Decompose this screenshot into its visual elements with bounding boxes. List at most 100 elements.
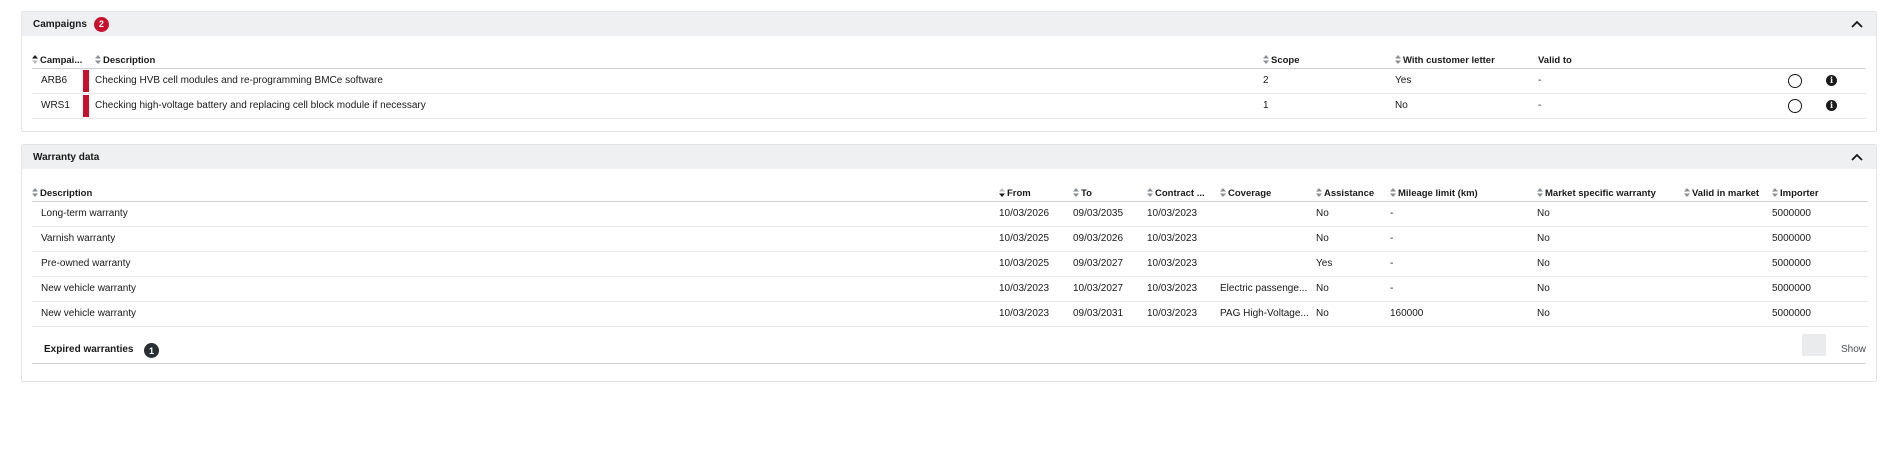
expired-warranties-label: Expired warranties xyxy=(44,344,134,355)
warranty-mileage-limit: - xyxy=(1390,226,1537,252)
sort-desc-icon[interactable] xyxy=(999,187,1005,197)
warranty-header[interactable]: Warranty data xyxy=(22,145,1876,169)
warranty-row[interactable]: Pre-owned warranty 10/03/2025 09/03/2027… xyxy=(32,251,1868,277)
warranty-assistance: No xyxy=(1316,201,1390,227)
col-assistance[interactable]: Assistance xyxy=(1316,183,1390,202)
warranty-coverage xyxy=(1220,226,1316,252)
warranty-assistance: No xyxy=(1316,301,1390,327)
sort-icon[interactable] xyxy=(95,54,101,64)
campaigns-header[interactable]: Campaigns 2 xyxy=(22,12,1876,36)
col-contract[interactable]: Contract ... xyxy=(1147,183,1220,202)
col-coverage[interactable]: Coverage xyxy=(1220,183,1316,202)
col-market-specific[interactable]: Market specific warranty xyxy=(1537,183,1684,202)
show-toggle[interactable] xyxy=(1802,334,1826,356)
warranty-assistance: No xyxy=(1316,276,1390,302)
warranty-from: 10/03/2023 xyxy=(999,301,1073,327)
col-scope[interactable]: Scope xyxy=(1263,50,1395,69)
sort-icon[interactable] xyxy=(1537,187,1543,197)
warranty-from: 10/03/2025 xyxy=(999,226,1073,252)
warranty-market-specific: No xyxy=(1537,226,1684,252)
sort-asc-icon[interactable] xyxy=(32,54,38,64)
col-importer[interactable]: Importer xyxy=(1772,183,1868,202)
show-label[interactable]: Show xyxy=(1841,344,1866,355)
col-campaign[interactable]: Campai... xyxy=(32,50,83,69)
warranty-row[interactable]: Long-term warranty 10/03/2026 09/03/2035… xyxy=(32,201,1868,227)
warranty-coverage xyxy=(1220,251,1316,277)
campaigns-count-badge: 2 xyxy=(93,16,109,32)
campaigns-header-row: Campai... Description Scope With custome… xyxy=(32,50,1866,69)
warranty-importer: 5000000 xyxy=(1772,226,1868,252)
warranty-row[interactable]: New vehicle warranty 10/03/2023 10/03/20… xyxy=(32,276,1868,302)
warranty-mileage-limit: - xyxy=(1390,276,1537,302)
campaign-row[interactable]: WRS1 Checking high-voltage battery and r… xyxy=(32,93,1866,119)
sort-icon[interactable] xyxy=(1220,187,1226,197)
warranty-market-specific: No xyxy=(1537,301,1684,327)
campaign-scope: 1 xyxy=(1263,93,1395,119)
warranty-panel: Warranty data Description From To Contra… xyxy=(21,144,1877,382)
warranty-market-specific: No xyxy=(1537,251,1684,277)
warranty-description: Pre-owned warranty xyxy=(32,251,999,277)
warranty-description: Varnish warranty xyxy=(32,226,999,252)
warranty-to: 09/03/2027 xyxy=(1073,251,1147,277)
warranty-importer: 5000000 xyxy=(1772,201,1868,227)
sort-icon[interactable] xyxy=(1147,187,1153,197)
sort-icon[interactable] xyxy=(1772,187,1778,197)
warranty-to: 09/03/2035 xyxy=(1073,201,1147,227)
warranty-mileage-limit: - xyxy=(1390,201,1537,227)
warranty-row[interactable]: Varnish warranty 10/03/2025 09/03/2026 1… xyxy=(32,226,1868,252)
campaigns-collapse-icon[interactable] xyxy=(1850,17,1864,31)
col-description[interactable]: Description xyxy=(32,183,999,202)
select-radio[interactable] xyxy=(1788,73,1802,88)
warranty-market-specific: No xyxy=(1537,276,1684,302)
col-description[interactable]: Description xyxy=(95,50,1175,69)
col-mileage-limit[interactable]: Mileage limit (km) xyxy=(1390,183,1537,202)
warranty-to: 09/03/2026 xyxy=(1073,226,1147,252)
sort-icon[interactable] xyxy=(1263,54,1269,64)
sort-icon[interactable] xyxy=(1073,187,1079,197)
warranty-title: Warranty data xyxy=(33,151,100,163)
campaign-customer-letter: No xyxy=(1395,93,1538,119)
warranty-coverage: PAG High-Voltage... xyxy=(1220,301,1316,327)
warranty-importer: 5000000 xyxy=(1772,251,1868,277)
info-icon[interactable]: i xyxy=(1826,74,1837,86)
warranty-to: 10/03/2027 xyxy=(1073,276,1147,302)
campaign-status-bar xyxy=(83,94,89,117)
warranty-collapse-icon[interactable] xyxy=(1850,150,1864,164)
sort-icon[interactable] xyxy=(1684,187,1690,197)
col-from[interactable]: From xyxy=(999,183,1073,202)
warranty-contract: 10/03/2023 xyxy=(1147,251,1220,277)
warranty-valid-in-market xyxy=(1684,226,1772,252)
campaign-status-bar xyxy=(83,69,89,92)
campaigns-title: Campaigns xyxy=(33,18,87,30)
campaign-code: WRS1 xyxy=(32,93,83,119)
col-valid-to: Valid to xyxy=(1538,50,1788,69)
warranty-description: New vehicle warranty xyxy=(32,301,999,327)
warranty-assistance: Yes xyxy=(1316,251,1390,277)
campaign-scope: 2 xyxy=(1263,68,1395,94)
warranty-to: 09/03/2031 xyxy=(1073,301,1147,327)
expired-count-badge: 1 xyxy=(144,343,159,358)
warranty-table: Description From To Contract ... Coverag… xyxy=(32,183,1868,327)
col-with-customer-letter[interactable]: With customer letter xyxy=(1395,50,1538,69)
warranty-mileage-limit: - xyxy=(1390,251,1537,277)
info-icon[interactable]: i xyxy=(1826,99,1837,111)
col-valid-in-market[interactable]: Valid in market xyxy=(1684,183,1772,202)
sort-icon[interactable] xyxy=(1316,187,1322,197)
warranty-mileage-limit: 160000 xyxy=(1390,301,1537,327)
sort-icon[interactable] xyxy=(1390,187,1396,197)
campaigns-table: Campai... Description Scope With custome… xyxy=(32,50,1866,119)
warranty-header-row: Description From To Contract ... Coverag… xyxy=(32,183,1868,202)
warranty-contract: 10/03/2023 xyxy=(1147,276,1220,302)
warranty-coverage xyxy=(1220,201,1316,227)
sort-icon[interactable] xyxy=(32,187,38,197)
select-radio[interactable] xyxy=(1788,98,1802,113)
sort-icon[interactable] xyxy=(1395,54,1401,64)
warranty-description: Long-term warranty xyxy=(32,201,999,227)
col-to[interactable]: To xyxy=(1073,183,1147,202)
warranty-description: New vehicle warranty xyxy=(32,276,999,302)
campaign-description: Checking high-voltage battery and replac… xyxy=(95,93,1175,119)
campaign-customer-letter: Yes xyxy=(1395,68,1538,94)
warranty-valid-in-market xyxy=(1684,301,1772,327)
campaign-row[interactable]: ARB6 Checking HVB cell modules and re-pr… xyxy=(32,68,1866,94)
warranty-row[interactable]: New vehicle warranty 10/03/2023 09/03/20… xyxy=(32,301,1868,327)
